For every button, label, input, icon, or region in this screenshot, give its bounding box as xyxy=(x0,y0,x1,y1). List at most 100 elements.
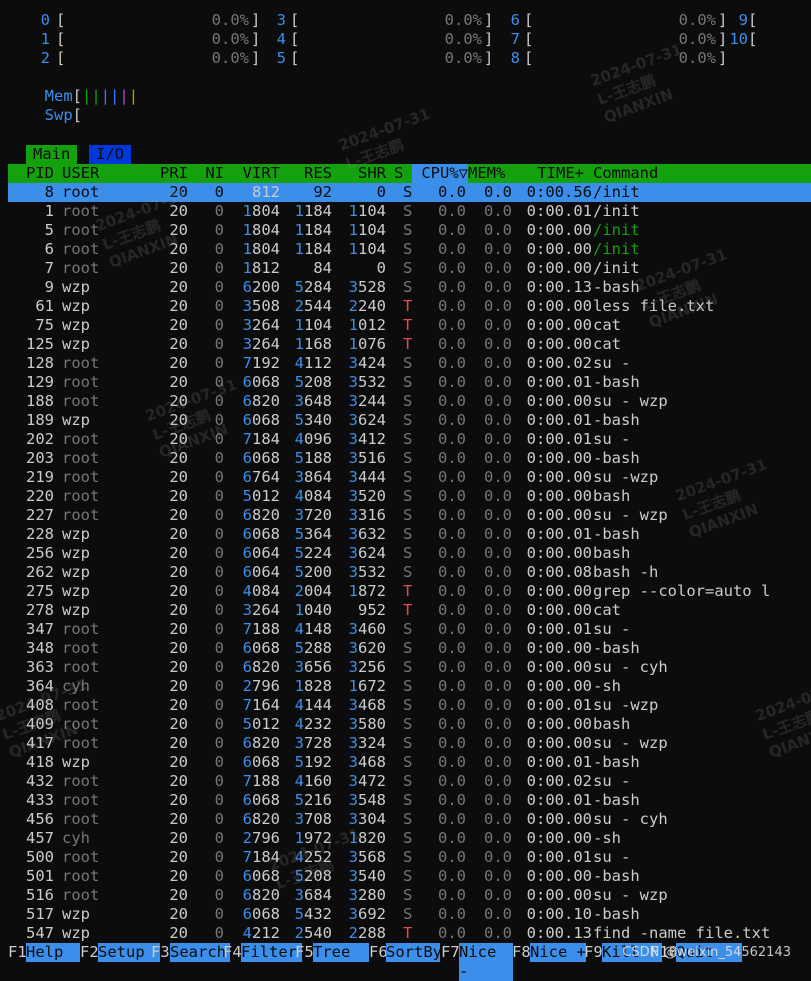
process-row[interactable]: 516 root 20 0 6820 3684 3280 S 0.0 0.0 0:00.00 su -… xyxy=(8,886,811,905)
fkey-nice-label[interactable]: Nice + xyxy=(530,943,586,962)
process-row[interactable]: 433 root 20 0 6068 5216 3548 S 0.0 0.0 0:00.01 -bas… xyxy=(8,791,811,810)
fkey-nice-label[interactable]: Nice - xyxy=(459,943,513,981)
command: less file.txt xyxy=(593,297,715,315)
process-row[interactable]: 456 root 20 0 6820 3708 3304 S 0.0 0.0 0:00.00 su -… xyxy=(8,810,811,829)
process-row[interactable]: 7 root 20 0 1812 84 0 S 0.0 0.0 0:00.00/init xyxy=(8,259,811,278)
process-row[interactable]: 228 wzp 20 0 6068 5364 3632 S 0.0 0.0 0:00.01 -bash xyxy=(8,525,811,544)
fkey-f2[interactable]: F2 xyxy=(80,943,99,962)
fkey-search-label[interactable]: Search xyxy=(170,943,230,962)
cpu-percent: 0.0 xyxy=(438,449,466,467)
process-row[interactable]: 1 root 20 0 1804 1184 1104 S 0.0 0.0 0:00.01/init xyxy=(8,202,811,221)
process-row[interactable]: 409 root 20 0 5012 4232 3580 S 0.0 0.0 0:00.00 bash xyxy=(8,715,811,734)
process-row[interactable]: 6 root 20 0 1804 1184 1104 S 0.0 0.0 0:00.00/init xyxy=(8,240,811,259)
fkey-help-label[interactable]: Help xyxy=(26,943,80,962)
process-row[interactable]: 256 wzp 20 0 6064 5224 3624 S 0.0 0.0 0:00.00 bash xyxy=(8,544,811,563)
process-row[interactable]: 5 root 20 0 1804 1184 1104 S 0.0 0.0 0:00.00/init xyxy=(8,221,811,240)
state: S xyxy=(403,449,413,467)
process-row[interactable]: 417 root 20 0 6820 3728 3324 S 0.0 0.0 0:00.00 su -… xyxy=(8,734,811,753)
pid: 61 xyxy=(35,297,54,315)
virt: 6068 xyxy=(242,639,280,657)
user: root xyxy=(62,259,100,277)
process-row[interactable]: 418 wzp 20 0 6068 5192 3468 S 0.0 0.0 0:00.01 -bash xyxy=(8,753,811,772)
cpu-percent: 0.0 xyxy=(438,240,466,258)
fkey-f9[interactable]: F9 xyxy=(584,943,603,962)
user: root xyxy=(62,392,100,410)
fkey-f3[interactable]: F3 xyxy=(151,943,170,962)
process-row[interactable]: 432 root 20 0 7188 4160 3472 S 0.0 0.0 0:00.02 su - xyxy=(8,772,811,791)
process-row[interactable]: 275 wzp 20 0 4084 2004 1872 T 0.0 0.0 0:00.00 grep … xyxy=(8,582,811,601)
process-row[interactable]: 348 root 20 0 6068 5288 3620 S 0.0 0.0 0:00.00 -bas… xyxy=(8,639,811,658)
cpu-percent: 0.0 xyxy=(438,411,466,429)
col-pid[interactable]: PID xyxy=(8,164,54,183)
process-row[interactable]: 129 root 20 0 6068 5208 3532 S 0.0 0.0 0:00.01 -bas… xyxy=(8,373,811,392)
process-row[interactable]: 347 root 20 0 7188 4148 3460 S 0.0 0.0 0:00.01 su - xyxy=(8,620,811,639)
mem-bar-segment: | xyxy=(82,87,92,105)
col-time[interactable]: TIME+ xyxy=(520,164,584,183)
process-row[interactable]: 457 cyh 20 0 2796 1972 1820 S 0.0 0.0 0:00.00 -sh xyxy=(8,829,811,848)
col-s[interactable]: S xyxy=(394,164,403,183)
command: /init xyxy=(593,183,640,201)
process-row[interactable]: 219 root 20 0 6764 3864 3444 S 0.0 0.0 0:00.00 su -… xyxy=(8,468,811,487)
res: 4112 xyxy=(294,354,332,372)
res: 3656 xyxy=(294,658,332,676)
col-ni[interactable]: NI xyxy=(196,164,224,183)
process-row[interactable]: 189 wzp 20 0 6068 5340 3624 S 0.0 0.0 0:00.01 -bash xyxy=(8,411,811,430)
state: S xyxy=(403,658,413,676)
tab-io[interactable]: I/O xyxy=(89,145,131,164)
process-row[interactable]: 128 root 20 0 7192 4112 3424 S 0.0 0.0 0:00.02 su - xyxy=(8,354,811,373)
fkey-tree-label[interactable]: Tree xyxy=(313,943,369,962)
virt: 6068 xyxy=(242,449,280,467)
process-row[interactable]: 8 root 20 0 1812 92 0 S 0.0 0.0 0:00.56/init xyxy=(8,183,811,202)
fkey-f7[interactable]: F7 xyxy=(441,943,460,962)
time: 0:00.01 xyxy=(526,430,592,448)
process-row[interactable]: 61 wzp 20 0 3508 2544 2240 T 0.0 0.0 0:00.00 less f… xyxy=(8,297,811,316)
col-pri[interactable]: PRI xyxy=(148,164,188,183)
process-row[interactable]: 278 wzp 20 0 3264 1040 952 T 0.0 0.0 0:00.00 cat xyxy=(8,601,811,620)
nice: 0 xyxy=(214,506,224,524)
nice: 0 xyxy=(214,373,224,391)
col-command[interactable]: Command xyxy=(593,164,658,183)
col-user[interactable]: USER xyxy=(62,164,99,183)
fkey-f1[interactable]: F1 xyxy=(8,943,27,962)
pid: 517 xyxy=(26,905,54,923)
fkey-sortby-label[interactable]: SortBy xyxy=(386,943,442,962)
col-res[interactable]: RES xyxy=(286,164,332,183)
time: 0:00.00 xyxy=(526,449,592,467)
mem-percent: 0.0 xyxy=(484,696,512,714)
pid: 500 xyxy=(26,848,54,866)
fkey-f5[interactable]: F5 xyxy=(295,943,314,962)
process-row[interactable]: 500 root 20 0 7184 4252 3568 S 0.0 0.0 0:00.01 su - xyxy=(8,848,811,867)
process-row[interactable]: 125 wzp 20 0 3264 1168 1076 T 0.0 0.0 0:00.00 cat xyxy=(8,335,811,354)
process-row[interactable]: 547 wzp 20 0 4212 2540 2288 T 0.0 0.0 0:00.13 find … xyxy=(8,924,811,943)
process-row[interactable]: 363 root 20 0 6820 3656 3256 S 0.0 0.0 0:00.00 su -… xyxy=(8,658,811,677)
mem-percent: 0.0 xyxy=(484,772,512,790)
tab-main[interactable]: Main xyxy=(26,145,78,164)
nice: 0 xyxy=(214,354,224,372)
col-cpu[interactable]: CPU%▽ xyxy=(412,164,468,183)
cpu-percent: 0.0 xyxy=(438,829,466,847)
pid: 456 xyxy=(26,810,54,828)
process-row[interactable]: 9 wzp 20 0 6200 5284 3528 S 0.0 0.0 0:00.13 -bash xyxy=(8,278,811,297)
fkey-f8[interactable]: F8 xyxy=(512,943,531,962)
fkey-f4[interactable]: F4 xyxy=(223,943,242,962)
process-row[interactable]: 75 wzp 20 0 3264 1104 1012 T 0.0 0.0 0:00.00 cat xyxy=(8,316,811,335)
process-row[interactable]: 501 root 20 0 6068 5208 3540 S 0.0 0.0 0:00.00 -bas… xyxy=(8,867,811,886)
shr: 1012 xyxy=(348,316,386,334)
process-row[interactable]: 188 root 20 0 6820 3648 3244 S 0.0 0.0 0:00.00 su -… xyxy=(8,392,811,411)
process-row[interactable]: 408 root 20 0 7164 4144 3468 S 0.0 0.0 0:00.01 su -… xyxy=(8,696,811,715)
fkey-f6[interactable]: F6 xyxy=(369,943,388,962)
command: su - xyxy=(593,354,631,372)
col-shr[interactable]: SHR xyxy=(340,164,386,183)
user: root xyxy=(62,373,100,391)
process-row[interactable]: 202 root 20 0 7184 4096 3412 S 0.0 0.0 0:00.01 su - xyxy=(8,430,811,449)
col-virt[interactable]: VIRT xyxy=(232,164,280,183)
process-row[interactable]: 227 root 20 0 6820 3720 3316 S 0.0 0.0 0:00.00 su -… xyxy=(8,506,811,525)
process-row[interactable]: 364 cyh 20 0 2796 1828 1672 S 0.0 0.0 0:00.00 -sh xyxy=(8,677,811,696)
process-row[interactable]: 262 wzp 20 0 6064 5200 3532 S 0.0 0.0 0:00.08 bash … xyxy=(8,563,811,582)
fkey-filter-label[interactable]: Filter xyxy=(241,943,302,962)
col-mem[interactable]: MEM% xyxy=(468,164,505,183)
command: su - cyh xyxy=(593,810,668,828)
process-row[interactable]: 203 root 20 0 6068 5188 3516 S 0.0 0.0 0:00.00 -bas… xyxy=(8,449,811,468)
process-row[interactable]: 517 wzp 20 0 6068 5432 3692 S 0.0 0.0 0:00.10 -bash xyxy=(8,905,811,924)
process-row[interactable]: 220 root 20 0 5012 4084 3520 S 0.0 0.0 0:00.00 bash xyxy=(8,487,811,506)
